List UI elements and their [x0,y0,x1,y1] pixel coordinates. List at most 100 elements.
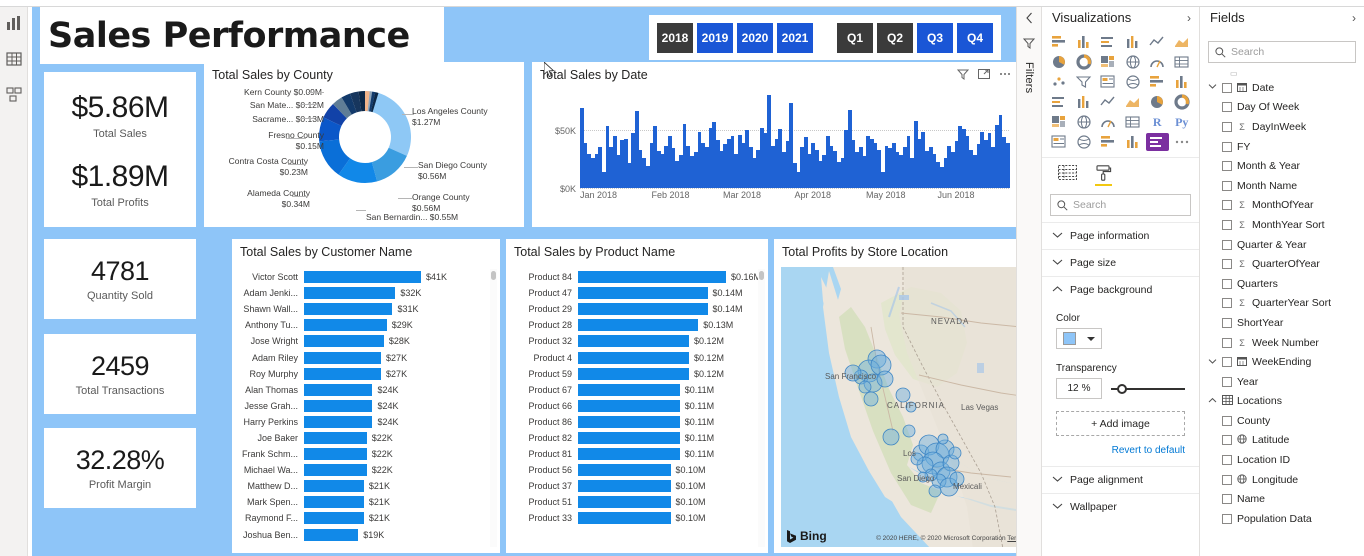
fields-field-county[interactable]: County [1200,411,1364,431]
scrollbar-thumb[interactable] [759,271,764,280]
product-bar-row[interactable]: Product 51 $0.10M [514,494,754,510]
report-page-canvas[interactable]: Sales Performance 2018 2019 2020 2021 Q1 Q2 Q… [32,7,1016,556]
report-view-icon[interactable] [5,14,23,32]
more-options-icon[interactable] [999,68,1011,80]
key-influencers-icon[interactable] [1048,133,1071,151]
table-icon[interactable] [1097,113,1120,131]
date-chart-plot[interactable]: $50K $0K [555,92,1010,194]
field-checkbox[interactable] [1222,415,1232,426]
product-bar-row[interactable]: Product 4 $0.12M [514,349,754,365]
bar[interactable] [304,431,367,444]
customer-bar-row[interactable]: Roy Murphy $27K [240,366,486,382]
scatter-chart-icon[interactable] [1097,73,1120,91]
line-chart-icon[interactable] [1048,53,1071,71]
fields-field-quarters[interactable]: Quarters [1200,274,1364,294]
focus-mode-icon[interactable] [978,68,990,80]
field-checkbox[interactable] [1222,161,1232,172]
filter-icon[interactable] [1022,37,1036,52]
add-image-button[interactable]: + Add image [1056,411,1185,436]
slicer-year-2021[interactable]: 2021 [777,22,813,53]
kpi-card-profit-margin[interactable]: 32.28% Profit Margin [44,428,196,508]
data-view-icon[interactable] [5,50,23,68]
bar[interactable] [578,287,708,300]
field-checkbox[interactable] [1222,121,1232,132]
field-checkbox[interactable] [1222,435,1232,446]
100-stacked-bar-chart-icon[interactable] [1146,33,1169,51]
bar[interactable] [304,399,373,412]
line-stacked-column-chart-icon[interactable] [1122,53,1145,71]
bar[interactable] [304,271,421,284]
revert-to-default-link[interactable]: Revert to default [1056,445,1185,456]
field-checkbox[interactable] [1222,337,1232,348]
arcgis-map-icon[interactable] [1122,133,1145,151]
bar[interactable] [304,383,373,396]
bar[interactable] [578,431,680,444]
field-checkbox[interactable] [1222,376,1232,387]
product-bar-row[interactable]: Product 67 $0.11M [514,382,754,398]
slicer-quarter-q1[interactable]: Q1 [837,22,873,53]
bar[interactable] [304,303,393,316]
fields-field-dayinweek[interactable]: Σ DayInWeek [1200,117,1364,137]
customer-bar-row[interactable]: Matthew D... $21K [240,478,486,494]
product-bar-row[interactable]: Product 37 $0.10M [514,478,754,494]
paginated-report-icon[interactable] [1146,133,1169,151]
bar[interactable] [578,399,680,412]
field-checkbox[interactable] [1222,474,1232,485]
customer-bar-row[interactable]: Shawn Wall... $31K [240,301,486,317]
bar[interactable] [304,351,382,364]
chevron-right-icon[interactable]: › [1187,11,1191,25]
field-checkbox[interactable] [1222,239,1232,250]
bar[interactable] [578,351,689,364]
slicer-icon[interactable] [1073,113,1096,131]
kpi-card-total-transactions[interactable]: 2459 Total Transactions [44,334,196,414]
customer-bar-row[interactable]: Harry Perkins $24K [240,414,486,430]
funnel-chart-icon[interactable] [1073,73,1096,91]
field-checkbox[interactable] [1222,82,1232,93]
fields-field-latitude[interactable]: Latitude [1200,431,1364,451]
product-bar-row[interactable]: Product 28 $0.13M [514,317,754,333]
stacked-column-chart-icon[interactable] [1073,33,1096,51]
bing-logo[interactable]: Bing [787,529,827,543]
report-title-card[interactable]: Sales Performance [40,7,444,64]
r-visual-icon[interactable]: R [1146,113,1169,131]
customer-bar-row[interactable]: Jose Wright $28K [240,333,486,349]
bar[interactable] [578,319,699,332]
clustered-bar-chart-icon[interactable] [1097,33,1120,51]
slicer-quarter-q4[interactable]: Q4 [957,22,993,53]
bing-map[interactable]: NEVADA CALIFORNIA San Francisco Las Vega… [781,267,1016,547]
chevron-down-icon[interactable] [1208,83,1217,92]
chevron-down-icon[interactable] [1208,397,1217,406]
pie-chart-icon[interactable] [1122,73,1145,91]
bar[interactable] [578,496,671,509]
product-bar-row[interactable]: Product 33 $0.10M [514,510,754,526]
bar[interactable] [304,512,364,525]
product-bar-row[interactable]: Product 81 $0.11M [514,446,754,462]
date-bar[interactable] [1005,142,1010,188]
transparency-input[interactable]: 12% [1056,378,1102,399]
format-section-page-information[interactable]: Page information [1042,222,1199,249]
customer-bar-row[interactable]: Joe Baker $22K [240,430,486,446]
chevron-right-icon[interactable]: › [1352,11,1356,25]
fields-field-day-of-week[interactable]: Day Of Week [1200,98,1364,118]
field-checkbox[interactable] [1222,317,1232,328]
field-checkbox[interactable] [1222,102,1232,113]
fields-field-week-number[interactable]: Σ Week Number [1200,333,1364,353]
format-section-page-background[interactable]: Page background [1042,276,1199,303]
bar[interactable] [304,415,373,428]
shape-map-icon[interactable] [1097,93,1120,111]
fields-field-year[interactable]: Year [1200,372,1364,392]
more-visuals-icon[interactable] [1171,133,1194,151]
slicer-quarter-q2[interactable]: Q2 [877,22,913,53]
bar[interactable] [578,383,680,396]
bar[interactable] [578,415,680,428]
filled-map-icon[interactable] [1073,93,1096,111]
fields-field-population-data[interactable]: Population Data [1200,509,1364,529]
bar[interactable] [304,448,367,461]
slicer-quarter-q3[interactable]: Q3 [917,22,953,53]
bar[interactable] [578,464,671,477]
format-section-page-alignment[interactable]: Page alignment [1042,466,1199,493]
field-checkbox[interactable] [1222,513,1232,524]
scrollbar-thumb[interactable] [491,271,496,280]
visual-total-sales-by-customer-name[interactable]: Total Sales by Customer Name Victor Scot… [232,239,500,553]
fields-field-monthofyear[interactable]: Σ MonthOfYear [1200,196,1364,216]
